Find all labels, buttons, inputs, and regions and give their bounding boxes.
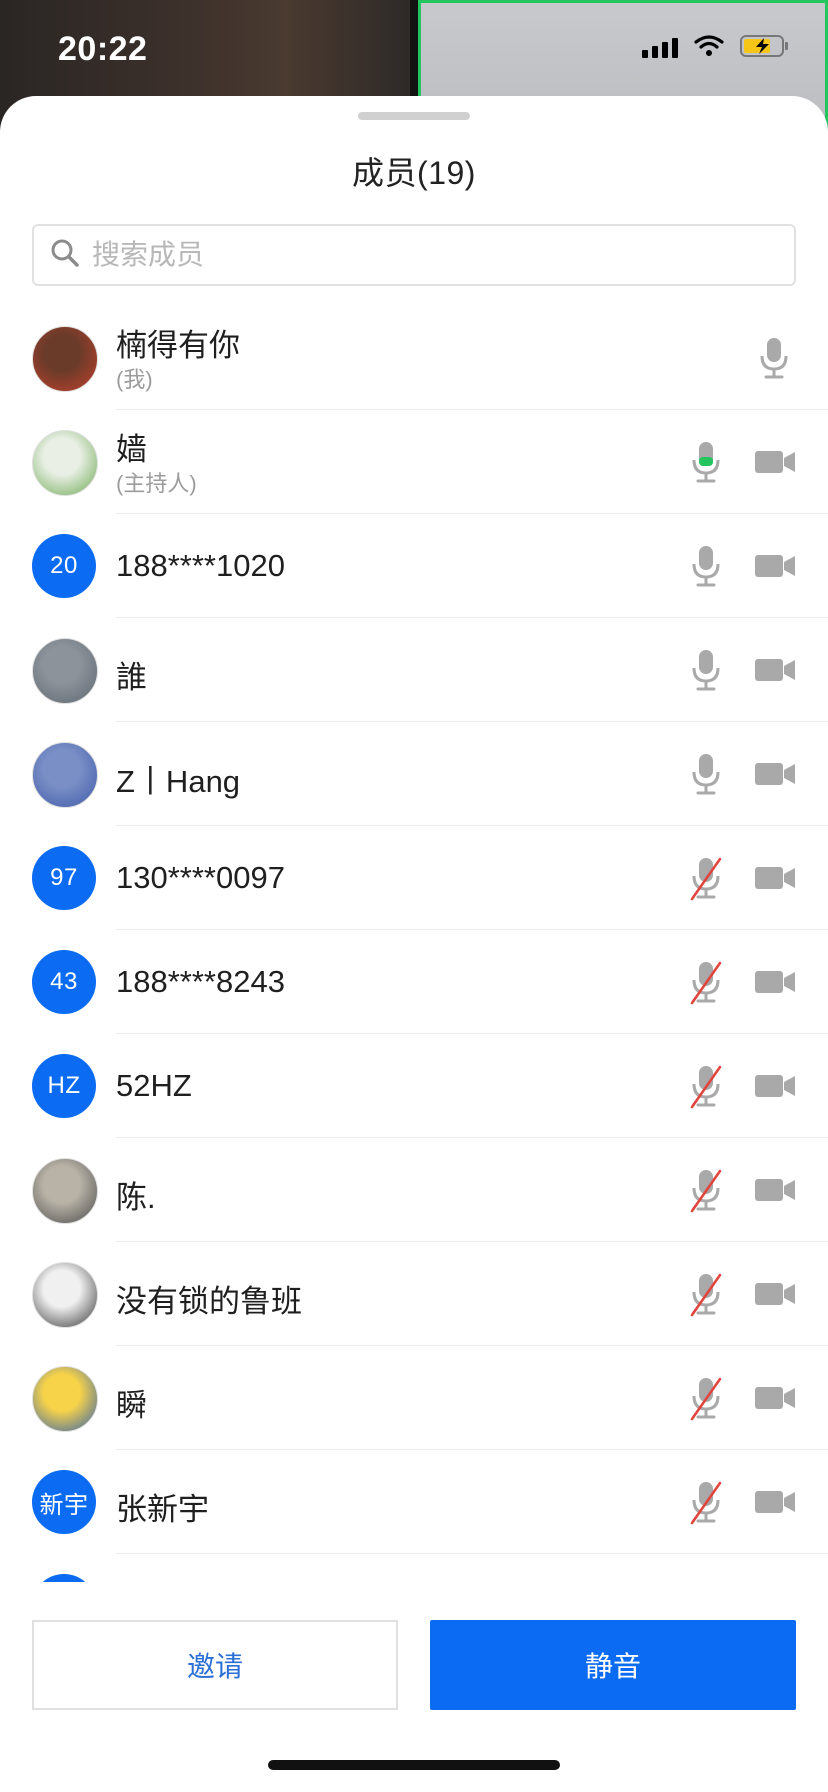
camera-icon[interactable] [754, 1280, 796, 1313]
member-avatar: 43 [32, 950, 96, 1014]
mic-muted-icon[interactable] [688, 959, 724, 1010]
battery-charging-icon [740, 34, 790, 58]
mic-muted-icon[interactable] [688, 1479, 724, 1530]
member-row[interactable]: 嫱 (主持人) [0, 410, 828, 514]
mic-muted-icon[interactable] [688, 1063, 724, 1114]
member-search-input[interactable] [90, 238, 734, 272]
member-avatar: 后 [32, 1574, 96, 1582]
members-sheet: 成员(19) 楠得有你 (我) 嫱 (主持人) 20 188****1020 誰 Z丨Hang… [0, 96, 828, 1792]
member-name: 誰 [116, 660, 147, 695]
camera-icon[interactable] [754, 656, 796, 689]
avatar-initials: 43 [50, 968, 78, 995]
home-indicator[interactable] [268, 1760, 560, 1770]
mic-icon[interactable] [756, 335, 792, 386]
member-row[interactable]: 43 188****8243 [0, 930, 828, 1034]
member-name: 188****1020 [116, 548, 285, 583]
member-avatar: 20 [32, 534, 96, 598]
member-row[interactable]: Z丨Hang [0, 722, 828, 826]
member-name: 52HZ [116, 1068, 192, 1103]
member-avatar: HZ [32, 1054, 96, 1118]
camera-icon[interactable] [754, 760, 796, 793]
member-row[interactable]: 20 188****1020 [0, 514, 828, 618]
mic-icon[interactable] [688, 751, 724, 802]
avatar-initials: 20 [50, 552, 78, 579]
camera-icon[interactable] [754, 552, 796, 585]
mic-muted-icon[interactable] [688, 855, 724, 906]
member-row[interactable]: HZ 52HZ [0, 1034, 828, 1138]
avatar-initials: 97 [50, 864, 78, 891]
camera-icon[interactable] [754, 1384, 796, 1417]
status-icons [642, 34, 790, 58]
member-name: 嫱 [116, 432, 147, 467]
member-avatar [32, 1158, 98, 1224]
member-row[interactable]: 楠得有你 (我) [0, 306, 828, 410]
member-row[interactable]: 陈. [0, 1138, 828, 1242]
avatar-initials: 新宇 [39, 1491, 89, 1519]
member-avatar: 97 [32, 846, 96, 910]
member-row[interactable]: 新宇 张新宇 [0, 1450, 828, 1554]
status-time: 20:22 [58, 30, 148, 68]
member-name: 陈. [116, 1180, 156, 1215]
member-name: 188****8243 [116, 964, 285, 999]
camera-icon[interactable] [754, 1072, 796, 1105]
status-bar: 20:22 [0, 0, 828, 96]
member-row[interactable]: 誰 [0, 618, 828, 722]
member-avatar: 新宇 [32, 1470, 96, 1534]
mic-muted-icon[interactable] [688, 1375, 724, 1426]
member-name: 张新宇 [116, 1492, 209, 1527]
sheet-drag-handle[interactable] [358, 112, 470, 120]
member-row[interactable]: 没有锁的鲁班 [0, 1242, 828, 1346]
member-role: (主持人) [116, 471, 197, 496]
camera-icon[interactable] [754, 448, 796, 481]
camera-icon[interactable] [754, 1488, 796, 1521]
member-avatar [32, 326, 98, 392]
member-avatar [32, 1262, 98, 1328]
member-avatar [32, 742, 98, 808]
member-row[interactable]: 后明天过后 [0, 1554, 828, 1582]
mic-speaking-icon[interactable] [688, 439, 724, 490]
member-name: Z丨Hang [116, 764, 241, 799]
member-name: 楠得有你 [116, 328, 240, 363]
member-role: (我) [116, 367, 153, 392]
member-name: 130****0097 [116, 860, 285, 895]
mute-all-button[interactable]: 静音 [430, 1620, 796, 1710]
mic-icon[interactable] [688, 647, 724, 698]
mic-muted-icon[interactable] [688, 1271, 724, 1322]
member-list[interactable]: 楠得有你 (我) 嫱 (主持人) 20 188****1020 誰 Z丨Hang 97 130**… [0, 306, 828, 1582]
sheet-title: 成员(19) [352, 155, 476, 191]
member-row[interactable]: 瞬 [0, 1346, 828, 1450]
camera-icon[interactable] [754, 1176, 796, 1209]
camera-icon[interactable] [754, 968, 796, 1001]
avatar-initials: HZ [47, 1072, 81, 1099]
member-avatar [32, 638, 98, 704]
member-search-box[interactable] [32, 224, 796, 286]
invite-button[interactable]: 邀请 [32, 1620, 398, 1710]
camera-icon[interactable] [754, 864, 796, 897]
wifi-icon [694, 35, 724, 57]
member-name: 瞬 [116, 1388, 147, 1423]
member-row[interactable]: 97 130****0097 [0, 826, 828, 930]
member-name: 没有锁的鲁班 [116, 1284, 302, 1319]
member-avatar [32, 430, 98, 496]
search-icon [50, 238, 80, 273]
member-avatar [32, 1366, 98, 1432]
cellular-signal-icon [642, 34, 678, 58]
mic-icon[interactable] [688, 543, 724, 594]
mic-muted-icon[interactable] [688, 1167, 724, 1218]
